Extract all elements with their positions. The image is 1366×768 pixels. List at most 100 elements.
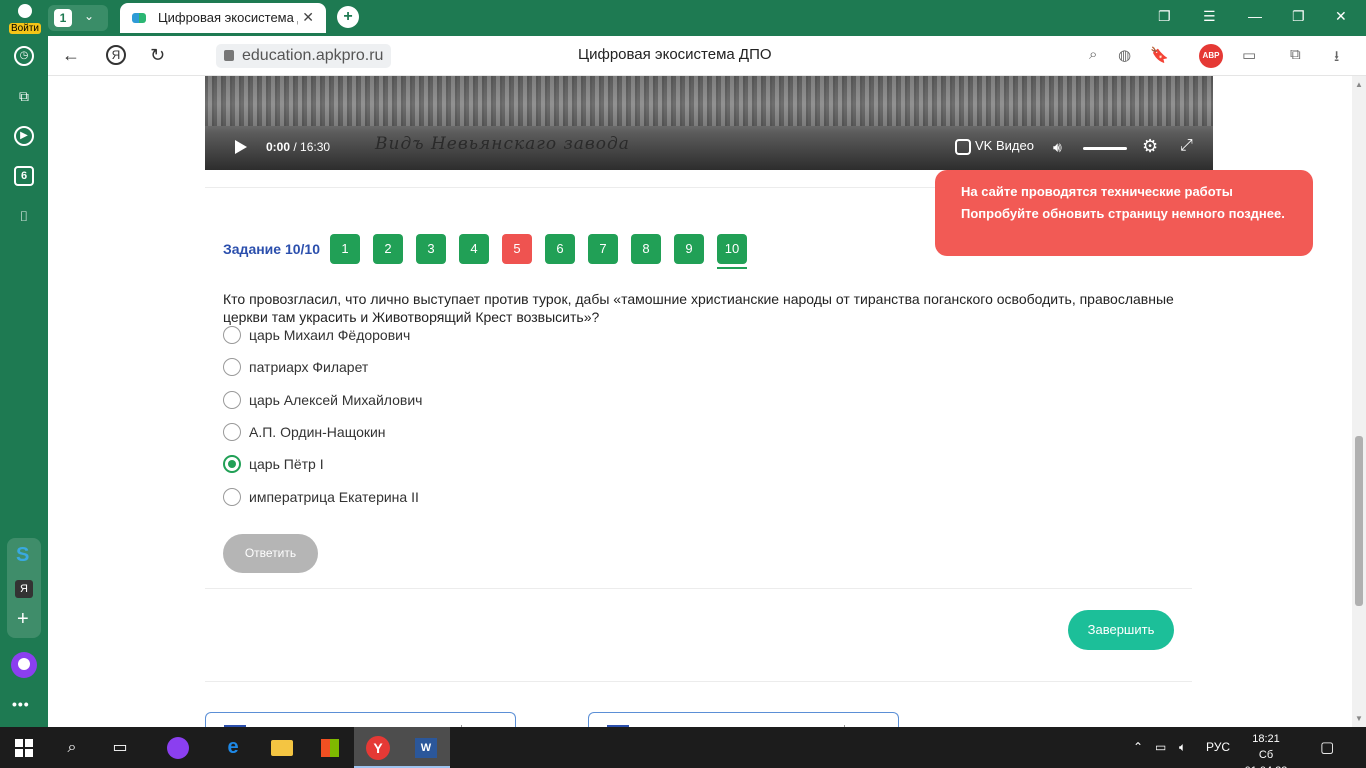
task-counter-label: Задание 10/10 (223, 241, 321, 257)
new-tab-button[interactable]: + (337, 6, 359, 28)
play-icon[interactable] (235, 140, 247, 154)
app-s-icon[interactable]: S (16, 544, 29, 567)
task-view-icon[interactable]: ▭ (96, 727, 144, 768)
toast-message: Попробуйте обновить страницу немного поз… (961, 206, 1285, 221)
volume-slider[interactable] (1083, 147, 1127, 150)
toast-title: На сайте проводятся технические работы (961, 184, 1233, 199)
taskbar-clock[interactable]: 18:21 Сб 01.04.23 (1236, 731, 1296, 768)
question-nav-5[interactable]: 5 (502, 234, 532, 264)
question-nav-10[interactable]: 10 (717, 234, 747, 269)
question-nav-7[interactable]: 7 (588, 234, 618, 264)
question-nav-8[interactable]: 8 (631, 234, 661, 264)
notifications-icon[interactable]: ▢ (1320, 727, 1334, 768)
protect-shield-icon[interactable]: ◍ (1118, 46, 1131, 64)
alice-taskbar-icon[interactable] (154, 727, 202, 768)
finish-button[interactable]: Завершить (1068, 610, 1174, 650)
add-app-icon[interactable]: + (17, 608, 29, 631)
bookmark-icon[interactable]: 🔖 (1150, 46, 1169, 64)
video-engraving-caption: Видъ Невьянскаго завода (375, 134, 630, 154)
radio-button[interactable] (223, 391, 241, 409)
clock-date: Сб 01.04.23 (1245, 749, 1288, 768)
radio-button[interactable] (223, 423, 241, 441)
answer-option-label: царь Алексей Михайлович (249, 392, 423, 408)
settings-gear-icon[interactable]: ⚙ (1142, 136, 1158, 157)
sidebar-item-6[interactable]: 6 (14, 166, 34, 186)
url-field[interactable]: education.apkpro.ru (216, 44, 392, 68)
answer-option-label: императрица Екатерина II (249, 489, 419, 505)
address-bar: ← Я ↻ education.apkpro.ru Цифровая экоси… (48, 36, 1366, 76)
radio-button[interactable] (223, 358, 241, 376)
store-icon[interactable] (306, 727, 354, 768)
question-nav-3[interactable]: 3 (416, 234, 446, 264)
answer-option-label: патриарх Филарет (249, 359, 369, 375)
volume-icon[interactable]: 🔊︎ (1053, 139, 1062, 156)
windows-start-icon[interactable] (0, 727, 48, 768)
tab-count-badge: 1 (54, 9, 72, 27)
vk-video-brand[interactable]: VK Видео (955, 138, 1034, 155)
bookmarks-panel-icon[interactable]: ❐ (1158, 8, 1171, 25)
speaker-icon[interactable]: 🔈︎ (1179, 727, 1186, 768)
tab-title: Цифровая экосистема ДПО (158, 10, 298, 25)
answer-option-label: царь Пётр I (249, 456, 324, 472)
extensions-icon[interactable]: ⧉ (1290, 46, 1301, 63)
file-explorer-icon[interactable] (258, 727, 306, 768)
browser-tab-active[interactable]: Цифровая экосистема ДПО ✕ (120, 3, 326, 33)
collections-copy-icon[interactable]: ⧉ (14, 86, 34, 106)
alice-assistant-icon[interactable] (11, 652, 37, 678)
question-nav-4[interactable]: 4 (459, 234, 489, 264)
download-icon[interactable]: ⭳ (1334, 46, 1339, 71)
divider (205, 588, 1192, 589)
maintenance-toast[interactable]: На сайте проводятся технические работы П… (935, 170, 1313, 256)
material-card[interactable] (205, 712, 516, 727)
fullscreen-icon[interactable]: ⤢ (1180, 137, 1193, 155)
scroll-up-arrow-icon[interactable]: ▲ (1355, 80, 1363, 89)
battery-saver-icon[interactable]: ▭ (1242, 46, 1256, 64)
browser-sidebar: ◷ ⧉ ▶ 6 ⌷ S Я + ••• (0, 36, 48, 727)
profile-button[interactable]: Войти (8, 2, 42, 34)
video-play-icon[interactable]: ▶ (14, 126, 34, 146)
tray-expand-icon[interactable]: ⌃ (1133, 727, 1143, 768)
word-taskbar-icon[interactable]: W (402, 727, 450, 768)
search-icon[interactable]: ⌕ (48, 727, 96, 768)
video-player[interactable]: Видъ Невьянскаго завода 0:00 / 16:30 VK … (205, 76, 1213, 170)
more-dots-icon[interactable]: ••• (12, 696, 30, 712)
adblock-icon[interactable]: ABP (1199, 44, 1223, 68)
material-card[interactable] (588, 712, 899, 727)
menu-icon[interactable]: ☰ (1203, 8, 1216, 25)
user-icon (18, 4, 32, 18)
question-nav-9[interactable]: 9 (674, 234, 704, 264)
question-nav-2[interactable]: 2 (373, 234, 403, 264)
answer-option-label: А.П. Ордин-Нащокин (249, 424, 386, 440)
question-nav-6[interactable]: 6 (545, 234, 575, 264)
close-window-icon[interactable]: ✕ (1335, 8, 1347, 25)
site-favicon-icon (132, 13, 146, 23)
yandex-browser-taskbar-icon[interactable]: Y (354, 727, 402, 768)
reload-icon[interactable]: ↻ (150, 45, 165, 66)
edge-browser-icon[interactable]: e (209, 727, 257, 768)
question-nav-1[interactable]: 1 (330, 234, 360, 264)
screenshot-camera-icon[interactable]: ⌷ (14, 206, 34, 226)
history-clock-icon[interactable]: ◷ (14, 46, 34, 66)
radio-button-checked[interactable] (223, 455, 241, 473)
page-scrollbar[interactable]: ▲ ▼ (1352, 76, 1366, 727)
language-indicator[interactable]: РУС (1206, 727, 1230, 768)
yandex-logo-icon[interactable]: Я (106, 45, 126, 65)
restore-icon[interactable]: ❐ (1292, 8, 1305, 25)
sidebar-app-group: S Я + (7, 538, 41, 638)
search-page-icon[interactable]: ⌕ (1089, 46, 1097, 63)
battery-icon[interactable]: ▭ (1155, 727, 1166, 768)
tab-group-switcher[interactable]: 1 ⌄ (48, 5, 108, 31)
close-tab-icon[interactable]: ✕ (302, 9, 314, 26)
page-title: Цифровая экосистема ДПО (578, 46, 772, 63)
scrollbar-thumb[interactable] (1355, 436, 1363, 606)
radio-button[interactable] (223, 326, 241, 344)
answer-option-label: царь Михаил Фёдорович (249, 327, 411, 343)
answer-button[interactable]: Ответить (223, 534, 318, 573)
radio-button[interactable] (223, 488, 241, 506)
clock-time: 18:21 (1252, 733, 1280, 745)
video-time-current: 0:00 (266, 140, 291, 154)
yandex-app-icon[interactable]: Я (15, 580, 33, 598)
scroll-down-arrow-icon[interactable]: ▼ (1355, 714, 1363, 723)
back-arrow-icon[interactable]: ← (62, 45, 80, 66)
minimize-icon[interactable]: — (1248, 8, 1262, 24)
